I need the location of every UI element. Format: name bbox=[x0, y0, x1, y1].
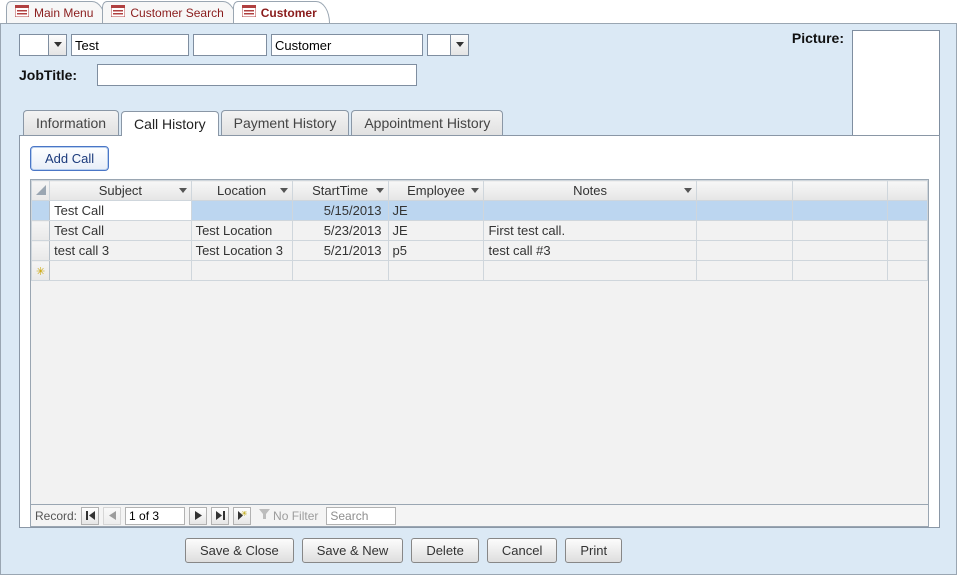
cancel-button[interactable]: Cancel bbox=[487, 538, 557, 563]
chevron-down-icon[interactable] bbox=[278, 185, 290, 197]
col-notes[interactable]: Notes bbox=[484, 181, 696, 201]
last-name-combo[interactable] bbox=[271, 34, 423, 56]
row-selector[interactable] bbox=[32, 221, 50, 241]
chevron-down-icon[interactable] bbox=[374, 185, 386, 197]
cell-empty[interactable] bbox=[696, 221, 792, 241]
cell-notes[interactable]: test call #3 bbox=[484, 241, 696, 261]
document-tabs: Main Menu Customer Search Customer bbox=[0, 0, 957, 24]
tab-main-menu[interactable]: Main Menu bbox=[6, 1, 106, 23]
cell-notes[interactable] bbox=[484, 201, 696, 221]
record-label: Record: bbox=[35, 509, 77, 523]
cell-notes[interactable]: First test call. bbox=[484, 221, 696, 241]
cell-location[interactable]: Test Location bbox=[191, 221, 292, 241]
cell-employee[interactable]: JE bbox=[388, 201, 484, 221]
cell-starttime[interactable]: 5/21/2013 bbox=[292, 241, 388, 261]
title-input[interactable] bbox=[20, 35, 48, 55]
svg-text:✳: ✳ bbox=[241, 511, 247, 518]
col-starttime[interactable]: StartTime bbox=[292, 181, 388, 201]
tab-label: Customer Search bbox=[130, 6, 223, 20]
tab-appointment-history[interactable]: Appointment History bbox=[351, 110, 503, 135]
first-name-input[interactable] bbox=[71, 34, 189, 56]
jobtitle-input[interactable] bbox=[97, 64, 417, 86]
row-selector[interactable] bbox=[32, 201, 50, 221]
cell-subject[interactable]: Test Call bbox=[50, 221, 191, 241]
col-empty[interactable] bbox=[792, 181, 887, 201]
cell-employee[interactable]: JE bbox=[388, 221, 484, 241]
col-empty[interactable] bbox=[696, 181, 792, 201]
table-row[interactable]: test call 3Test Location 35/21/2013p5tes… bbox=[32, 241, 928, 261]
first-record-button[interactable] bbox=[81, 507, 99, 525]
next-record-button[interactable] bbox=[189, 507, 207, 525]
chevron-down-icon[interactable] bbox=[682, 185, 694, 197]
record-navigator: Record: ✳ No Filter bbox=[31, 504, 928, 526]
cell-empty[interactable] bbox=[792, 241, 887, 261]
last-name-input[interactable] bbox=[272, 35, 404, 55]
prev-record-button[interactable] bbox=[103, 507, 121, 525]
delete-button[interactable]: Delete bbox=[411, 538, 479, 563]
new-record-icon[interactable]: ✳ bbox=[32, 261, 50, 281]
picture-label: Picture: bbox=[792, 30, 844, 46]
cell-empty[interactable] bbox=[792, 201, 887, 221]
middle-name-input[interactable] bbox=[193, 34, 267, 56]
chevron-down-icon[interactable] bbox=[469, 185, 481, 197]
col-location[interactable]: Location bbox=[191, 181, 292, 201]
new-record-button[interactable]: ✳ bbox=[233, 507, 251, 525]
cell-subject[interactable]: Test Call bbox=[50, 201, 191, 221]
form-icon bbox=[242, 5, 256, 20]
cell-empty[interactable] bbox=[696, 201, 792, 221]
cell-empty[interactable] bbox=[887, 221, 927, 241]
subtabs: Information Call History Payment History… bbox=[19, 110, 940, 135]
call-history-panel: Add Call bbox=[19, 135, 940, 528]
cell-empty[interactable] bbox=[887, 201, 927, 221]
form-icon bbox=[15, 5, 29, 20]
col-employee[interactable]: Employee bbox=[388, 181, 484, 201]
datasheet-empty-area[interactable] bbox=[31, 281, 928, 504]
tab-label: Main Menu bbox=[34, 6, 93, 20]
last-record-button[interactable] bbox=[211, 507, 229, 525]
tab-customer-search[interactable]: Customer Search bbox=[102, 1, 236, 23]
save-close-button[interactable]: Save & Close bbox=[185, 538, 294, 563]
cell-empty[interactable] bbox=[792, 221, 887, 241]
suffix-combo[interactable] bbox=[427, 34, 469, 56]
form-icon bbox=[111, 5, 125, 20]
search-input[interactable] bbox=[326, 507, 396, 525]
cell-subject[interactable]: test call 3 bbox=[50, 241, 191, 261]
tab-payment-history[interactable]: Payment History bbox=[221, 110, 350, 135]
cell-location[interactable] bbox=[191, 201, 292, 221]
table-row[interactable]: Test Call 5/15/2013JE bbox=[32, 201, 928, 221]
save-new-button[interactable]: Save & New bbox=[302, 538, 404, 563]
tab-label: Customer bbox=[261, 6, 317, 20]
col-subject[interactable]: Subject bbox=[50, 181, 191, 201]
cell-location[interactable]: Test Location 3 bbox=[191, 241, 292, 261]
cell-starttime[interactable]: 5/15/2013 bbox=[292, 201, 388, 221]
print-button[interactable]: Print bbox=[565, 538, 622, 563]
title-combo[interactable] bbox=[19, 34, 67, 56]
calls-datasheet: Subject Location StartTime Employee Note… bbox=[30, 179, 929, 527]
add-call-button[interactable]: Add Call bbox=[30, 146, 109, 171]
cell-empty[interactable] bbox=[696, 241, 792, 261]
table-row[interactable]: Test CallTest Location5/23/2013JEFirst t… bbox=[32, 221, 928, 241]
row-selector[interactable] bbox=[32, 241, 50, 261]
cell-starttime[interactable]: 5/23/2013 bbox=[292, 221, 388, 241]
cell-employee[interactable]: p5 bbox=[388, 241, 484, 261]
select-all-cell[interactable] bbox=[32, 181, 50, 201]
filter-toggle[interactable]: No Filter bbox=[255, 509, 322, 523]
suffix-input[interactable] bbox=[428, 35, 450, 55]
tab-call-history[interactable]: Call History bbox=[121, 111, 219, 136]
customer-form: JobTitle: Picture: Information Call Hist… bbox=[0, 24, 957, 575]
chevron-down-icon[interactable] bbox=[177, 185, 189, 197]
cell-empty[interactable] bbox=[887, 241, 927, 261]
col-empty[interactable] bbox=[887, 181, 927, 201]
jobtitle-label: JobTitle: bbox=[19, 67, 77, 83]
funnel-icon bbox=[259, 509, 270, 523]
dropdown-icon[interactable] bbox=[48, 35, 66, 55]
record-position-input[interactable] bbox=[125, 507, 185, 525]
tab-customer[interactable]: Customer bbox=[233, 1, 330, 23]
svg-text:✳: ✳ bbox=[36, 266, 45, 276]
dropdown-icon[interactable] bbox=[450, 35, 468, 55]
tab-information[interactable]: Information bbox=[23, 110, 119, 135]
new-record-row[interactable]: ✳ bbox=[32, 261, 928, 281]
